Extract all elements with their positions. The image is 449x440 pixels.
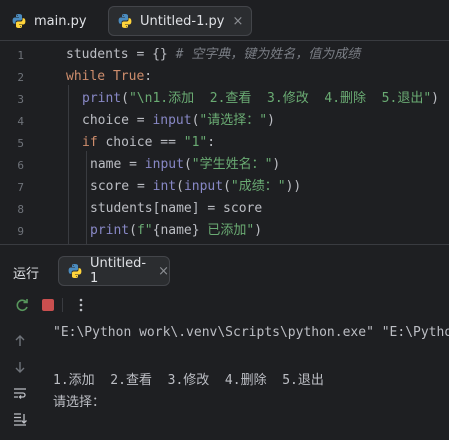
code-line-2: while True: — [66, 69, 153, 84]
console-side-toolbar — [0, 330, 40, 440]
python-file-icon — [117, 13, 133, 29]
code-line-7: score = int(input("成绩：")) — [90, 179, 302, 194]
line-number: 2 — [17, 71, 24, 84]
code-line-5: if choice == "1": — [82, 135, 216, 150]
code-line-8: students[name] = score — [90, 201, 263, 216]
tab-label: Untitled-1.py — [140, 13, 225, 29]
rerun-icon[interactable] — [13, 296, 31, 314]
line-number: 1 — [17, 49, 24, 62]
python-file-icon — [67, 263, 83, 279]
tab-main-py[interactable]: main.py — [11, 6, 87, 36]
line-number: 5 — [17, 137, 24, 150]
code-line-1: students = {} # 空字典，键为姓名，值为成绩 — [66, 47, 361, 62]
run-panel-title: 运行 — [13, 267, 40, 282]
indent-guide — [86, 151, 87, 244]
console-output[interactable]: "E:\Python work\.venv\Scripts\python.exe… — [53, 322, 449, 440]
console-line: 请选择： — [53, 395, 106, 410]
more-vertical-icon[interactable] — [72, 296, 90, 314]
run-tab-label: Untitled-1 — [90, 256, 147, 286]
code-editor[interactable]: 1 2 3 4 5 6 7 8 9 students = {} # 空字典，键为… — [0, 41, 449, 244]
stop-icon[interactable] — [39, 296, 57, 314]
arrow-up-icon[interactable] — [11, 334, 29, 352]
code-line-9: print(f"{name} 已添加") — [90, 223, 263, 238]
soft-wrap-icon[interactable] — [11, 386, 29, 404]
line-number-gutter: 1 2 3 4 5 6 7 8 9 — [0, 41, 40, 244]
code-line-4: choice = input("请选择：") — [82, 113, 275, 128]
run-tab-untitled-1[interactable]: Untitled-1 × — [58, 256, 170, 286]
line-number: 3 — [17, 93, 24, 106]
close-icon[interactable]: × — [232, 14, 243, 29]
line-number: 6 — [17, 159, 24, 172]
tab-untitled-1-py[interactable]: Untitled-1.py × — [108, 6, 253, 36]
close-icon[interactable]: × — [158, 264, 169, 279]
line-number: 8 — [17, 203, 24, 216]
code-line-6: name = input("学生姓名：") — [90, 157, 281, 172]
arrow-down-icon[interactable] — [11, 360, 29, 378]
tab-label: main.py — [34, 13, 87, 29]
code-line-3: print("\n1.添加 2.查看 3.修改 4.删除 5.退出") — [82, 91, 439, 106]
scroll-to-end-icon[interactable] — [11, 412, 29, 430]
console-line: "E:\Python work\.venv\Scripts\python.exe… — [53, 325, 449, 340]
indent-guide — [68, 85, 69, 244]
line-number: 9 — [17, 225, 24, 238]
run-panel-header: 运行 Untitled-1 × — [0, 244, 449, 296]
run-toolbar — [0, 296, 449, 318]
python-file-icon — [11, 13, 27, 29]
line-number: 4 — [17, 115, 24, 128]
editor-tab-bar: main.py Untitled-1.py × — [0, 0, 449, 41]
console-line: 1.添加 2.查看 3.修改 4.删除 5.退出 — [53, 373, 324, 388]
code-area[interactable]: students = {} # 空字典，键为姓名，值为成绩 while True… — [66, 41, 449, 244]
toolbar-divider — [62, 298, 63, 312]
line-number: 7 — [17, 181, 24, 194]
